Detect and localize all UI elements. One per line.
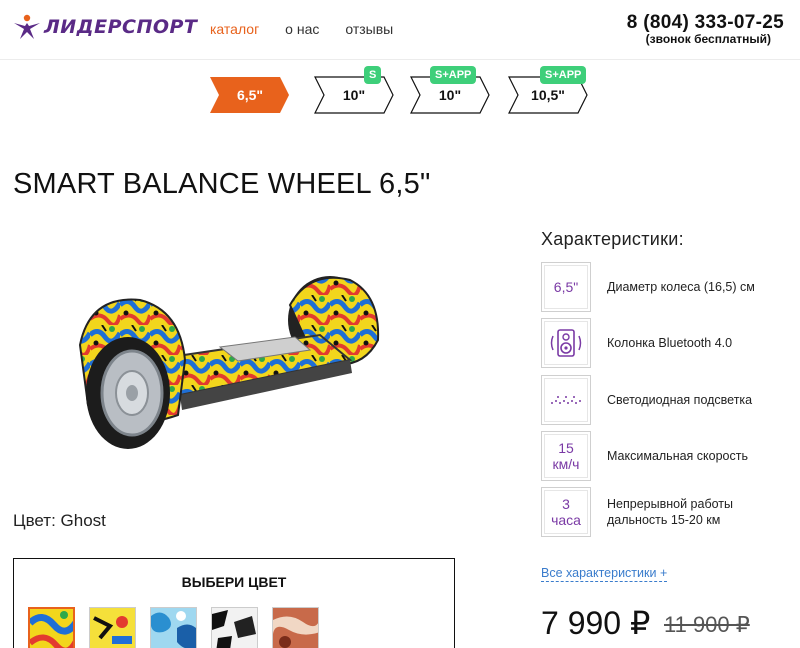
swatch-image <box>30 609 73 648</box>
swatch-image <box>212 608 257 648</box>
color-picker-title: ВЫБЕРИ ЦВЕТ <box>181 574 287 590</box>
swatch-image <box>151 608 196 648</box>
led-dots-icon <box>551 396 581 404</box>
old-price: 11 900 ₽ <box>664 612 750 637</box>
spec-text: Диаметр колеса (16,5) см <box>607 280 755 294</box>
logo-text: ЛИДЕРСПОРТ <box>44 16 198 38</box>
logo-icon <box>14 14 40 39</box>
size-option-10-5-s-app[interactable]: 10,5" S+APP <box>508 66 588 114</box>
color-swatches <box>28 607 319 648</box>
color-label: Цвет: Ghost <box>13 511 106 530</box>
spec-led-lights: Светодиодная подсветка <box>541 375 791 425</box>
spec-text: Непрерывной работы дальность 15-20 км <box>607 497 733 527</box>
nav-reviews[interactable]: отзывы <box>345 21 393 37</box>
spec-bluetooth-speaker: Колонка Bluetooth 4.0 <box>541 318 791 368</box>
spec-text: Максимальная скорость <box>607 449 748 463</box>
phone-number[interactable]: 8 (804) 333-07-25 <box>627 12 784 34</box>
size-option-10-s[interactable]: 10" S <box>314 66 394 114</box>
phone-note: (звонок бесплатный) <box>645 32 771 46</box>
logo[interactable]: ЛИДЕРСПОРТ <box>12 14 197 40</box>
size-badge: S <box>364 66 382 84</box>
swatch-image <box>90 608 135 648</box>
spec-value: 6,5" <box>553 279 579 295</box>
swatch-ghost[interactable] <box>28 607 75 648</box>
product-image <box>60 265 400 470</box>
spec-icon-box: 6,5" <box>541 262 591 312</box>
spec-wheel-diameter: 6,5" Диаметр колеса (16,5) см <box>541 262 791 312</box>
size-selector: 6,5" 10" S 10" S+APP 10,5" S+APP <box>210 66 610 118</box>
spec-icon-box <box>541 318 591 368</box>
current-price: 7 990 ₽ <box>541 605 651 641</box>
spec-value: 3 часа <box>551 496 581 528</box>
size-option-6-5[interactable]: 6,5" <box>210 76 290 114</box>
swatch-yellow-graffiti[interactable] <box>89 607 136 648</box>
site-header: ЛИДЕРСПОРТ каталог о нас отзывы 8 (804) … <box>0 0 800 60</box>
nav-about[interactable]: о нас <box>285 21 319 37</box>
spec-icon-box: 15 км/ч <box>541 431 591 481</box>
size-label: 6,5" <box>236 87 264 103</box>
size-badge: S+APP <box>540 66 587 84</box>
size-label: 10" <box>342 87 366 103</box>
size-option-10-s-app[interactable]: 10" S+APP <box>410 66 490 114</box>
speaker-icon <box>550 329 582 357</box>
swatch-image <box>273 608 318 648</box>
spec-icon-box <box>541 375 591 425</box>
spec-text: Светодиодная подсветка <box>607 393 753 407</box>
swatch-blue-camo[interactable] <box>150 607 197 648</box>
swatch-red-brown[interactable] <box>272 607 319 648</box>
spec-value: 15 км/ч <box>552 440 580 472</box>
phone-block: 8 (804) 333-07-25 (звонок бесплатный) <box>627 12 784 46</box>
spec-max-speed: 15 км/ч Максимальная скорость <box>541 431 791 481</box>
product-title: SMART BALANCE WHEEL 6,5" <box>13 168 431 200</box>
main-nav: каталог о нас отзывы <box>210 21 393 37</box>
hoverboard-image <box>78 276 380 449</box>
spec-text: Колонка Bluetooth 4.0 <box>607 336 733 350</box>
specs-title: Характеристики: <box>541 229 684 249</box>
swatch-white-black[interactable] <box>211 607 258 648</box>
nav-catalog[interactable]: каталог <box>210 21 259 37</box>
spec-runtime: 3 часа Непрерывной работы дальность 15-2… <box>541 487 791 537</box>
size-badge: S+APP <box>430 66 477 84</box>
spec-icon-box: 3 часа <box>541 487 591 537</box>
all-specs-link[interactable]: Все характеристики + <box>541 566 668 582</box>
color-picker: ВЫБЕРИ ЦВЕТ <box>13 558 455 648</box>
